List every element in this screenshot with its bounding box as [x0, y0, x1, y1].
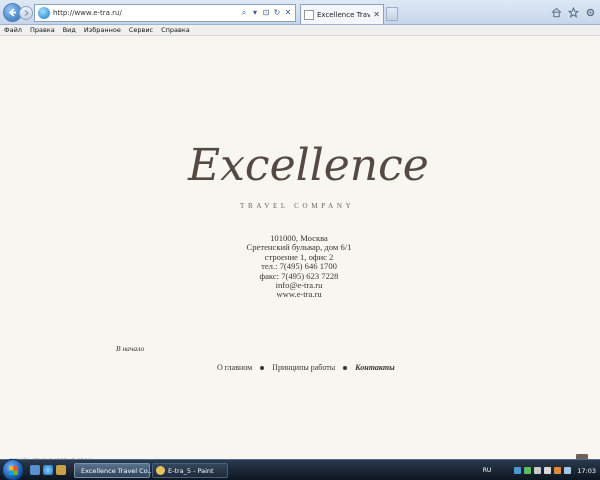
forward-button[interactable] [19, 6, 33, 20]
site-nav: О главном Принципы работы Контакты [217, 363, 395, 372]
menu-bar: Файл Правка Вид Избранное Сервис Справка [0, 25, 600, 36]
company-logo[interactable]: Excellence TRAVEL COMPANY [188, 140, 429, 210]
new-tab-button[interactable] [386, 7, 398, 21]
compatibility-icon[interactable]: ⊡ [262, 8, 270, 18]
system-tray: RU 17:03 [479, 460, 600, 480]
explorer-quicklaunch-icon[interactable] [56, 465, 66, 475]
taskbar-label: E-tra_5 - Paint [168, 466, 214, 475]
paint-icon [156, 466, 165, 475]
menu-file[interactable]: Файл [4, 26, 22, 34]
power-icon[interactable] [544, 467, 552, 474]
close-tab-icon[interactable]: ✕ [373, 10, 383, 19]
taskbar-item-browser[interactable]: Excellence Travel Co... [74, 463, 154, 478]
stop-icon[interactable]: ✕ [284, 8, 292, 18]
menu-edit[interactable]: Правка [30, 26, 55, 34]
ie-page-icon [38, 7, 50, 19]
nav-separator [260, 365, 265, 370]
page-content: Excellence TRAVEL COMPANY 101000, Москва… [0, 37, 600, 464]
gear-icon[interactable] [584, 6, 596, 18]
favorites-star-icon[interactable] [567, 6, 579, 18]
nav-principles[interactable]: Принципы работы [272, 363, 335, 372]
ie-quicklaunch-icon[interactable] [43, 465, 53, 475]
address-url[interactable]: http://www.e-tra.ru/ [53, 9, 240, 17]
search-icon[interactable]: ⌕ [240, 8, 248, 18]
arrow-right-icon [24, 10, 30, 16]
taskbar-label: Excellence Travel Co... [81, 466, 154, 475]
logo-tagline: TRAVEL COMPANY [240, 202, 355, 210]
nav-home[interactable]: О главном [217, 363, 252, 372]
website-link[interactable]: www.e-tra.ru [200, 290, 398, 300]
menu-favorites[interactable]: Избранное [84, 26, 121, 34]
menu-tools[interactable]: Сервис [129, 26, 153, 34]
nav-separator [343, 365, 348, 370]
clock[interactable]: 17:03 [577, 467, 596, 475]
skype-icon[interactable] [524, 467, 532, 474]
taskbar: Excellence Travel Co... E-tra_5 - Paint … [0, 459, 600, 480]
tray-app-icon[interactable] [554, 467, 562, 474]
contact-info: 101000, Москва Сретенский бульвар, дом 6… [200, 233, 398, 300]
logo-wordmark: Excellence [188, 140, 429, 191]
page-icon [304, 9, 314, 20]
dropdown-icon[interactable]: ▾ [251, 8, 259, 18]
volume-icon[interactable] [534, 467, 542, 474]
browser-toolbar: http://www.e-tra.ru/ ⌕ ▾ ⊡ ↻ ✕ Excellenc… [0, 0, 600, 25]
show-desktop-icon[interactable] [30, 465, 40, 475]
home-icon[interactable] [550, 6, 562, 18]
browser-tab[interactable]: Excellence Travel Company... ✕ [300, 4, 384, 24]
menu-help[interactable]: Справка [161, 26, 190, 34]
taskbar-item-paint[interactable]: E-tra_5 - Paint [152, 463, 228, 478]
back-to-start-link[interactable]: В начало [116, 344, 144, 353]
arrow-left-icon [8, 8, 16, 17]
language-indicator[interactable]: RU [483, 467, 492, 474]
tab-title: Excellence Travel Company... [317, 10, 371, 19]
refresh-icon[interactable]: ↻ [273, 8, 281, 18]
menu-view[interactable]: Вид [63, 26, 76, 34]
nav-contacts[interactable]: Контакты [355, 363, 395, 372]
address-bar[interactable]: http://www.e-tra.ru/ ⌕ ▾ ⊡ ↻ ✕ [34, 4, 296, 22]
start-button[interactable] [2, 459, 24, 480]
network-icon[interactable] [514, 467, 522, 474]
tray-monitor-icon[interactable] [564, 467, 572, 474]
